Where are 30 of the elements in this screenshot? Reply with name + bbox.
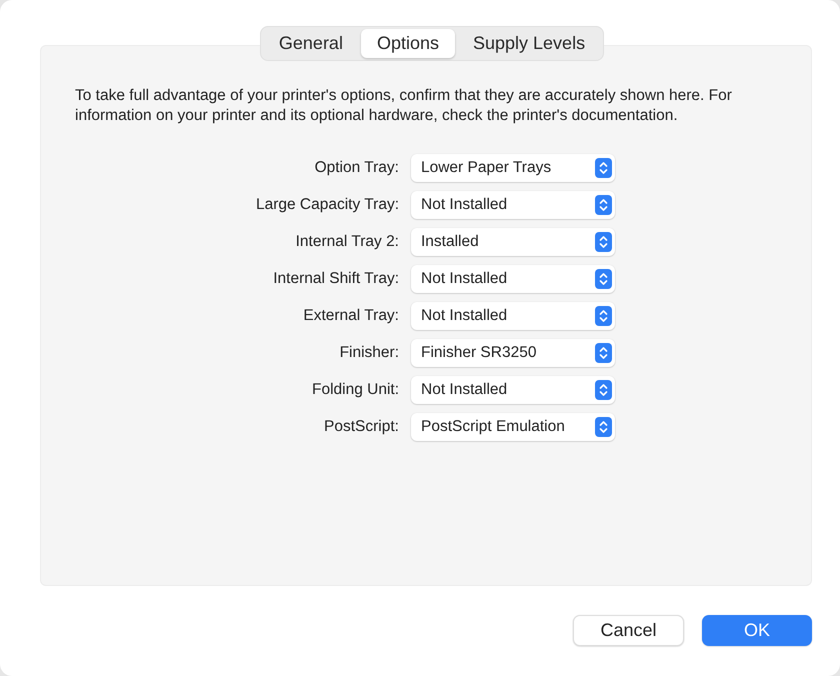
popup-menu[interactable]: Not Installed (411, 302, 615, 330)
stepper-icon (595, 195, 612, 215)
popup-menu[interactable]: PostScript Emulation (411, 413, 615, 441)
popup-menu[interactable]: Not Installed (411, 376, 615, 404)
stepper-icon (595, 380, 612, 400)
popup-menu[interactable]: Not Installed (411, 191, 615, 219)
stepper-icon (595, 158, 612, 178)
stepper-icon (595, 306, 612, 326)
popup-menu[interactable]: Lower Paper Trays (411, 154, 615, 182)
stepper-icon (595, 343, 612, 363)
stepper-icon (595, 417, 612, 437)
stepper-icon (595, 232, 612, 252)
option-label: Large Capacity Tray: (254, 196, 399, 214)
cancel-button[interactable]: Cancel (573, 615, 684, 646)
option-label: Internal Shift Tray: (272, 270, 399, 288)
option-label: Option Tray: (314, 159, 399, 177)
option-label: External Tray: (302, 307, 399, 325)
intro-text: To take full advantage of your printer's options, confirm that they are accurately shown here. For information on your printer and its optional hardware, check the printer's documentation. (75, 86, 733, 126)
tab[interactable]: Supply Levels (457, 29, 602, 58)
option-label: Finisher: (338, 344, 399, 362)
option-label: Internal Tray 2: (294, 233, 399, 251)
option-label: PostScript: (323, 418, 399, 436)
stepper-icon (595, 269, 612, 289)
popup-menu[interactable]: Not Installed (411, 265, 615, 293)
popup-menu[interactable]: Finisher SR3250 (411, 339, 615, 367)
popup-menu[interactable]: Installed (411, 228, 615, 256)
option-label: Folding Unit: (310, 381, 399, 399)
tab[interactable]: General (262, 29, 359, 58)
ok-button[interactable]: OK (702, 615, 812, 646)
tab[interactable]: Options (360, 29, 455, 58)
